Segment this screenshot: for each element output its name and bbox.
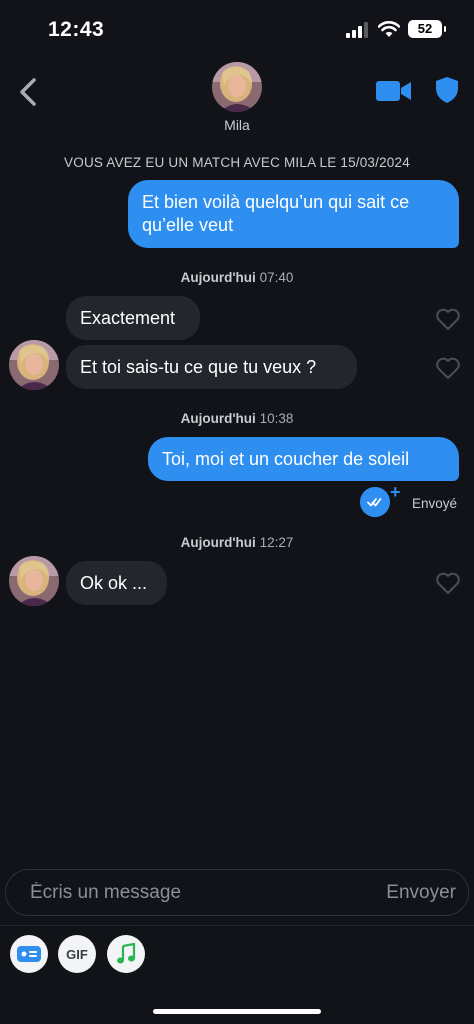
back-arrow-icon[interactable] xyxy=(14,74,42,110)
match-banner: VOUS AVEZ EU UN MATCH AVEC MILA LE 15/03… xyxy=(64,155,410,170)
day-separator: Aujourd'hui 10:38 xyxy=(0,411,474,426)
contact-card-button[interactable] xyxy=(10,935,48,973)
plus-icon[interactable]: + xyxy=(390,483,404,501)
home-indicator xyxy=(153,1009,321,1014)
message-input[interactable] xyxy=(30,870,370,915)
sent-status: Envoyé xyxy=(412,496,458,511)
send-button[interactable]: Envoyer xyxy=(386,870,456,915)
music-note-icon xyxy=(117,943,136,964)
contact-avatar[interactable] xyxy=(9,556,59,606)
status-bar: 12:43 52 xyxy=(0,0,474,60)
message-text: Exactement xyxy=(80,307,176,328)
separator-time: 12:27 xyxy=(259,535,294,550)
incoming-message[interactable]: Exactement xyxy=(66,296,200,340)
music-button[interactable] xyxy=(107,935,145,973)
separator-time: 07:40 xyxy=(259,270,294,285)
day-separator: Aujourd'hui 12:27 xyxy=(0,535,474,550)
day-separator: Aujourd'hui 07:40 xyxy=(0,270,474,285)
heart-icon[interactable] xyxy=(435,571,461,595)
message-text: Et toi sais-tu ce que tu veux ? xyxy=(80,356,317,377)
divider xyxy=(0,925,474,926)
battery-icon: 52 xyxy=(408,20,446,38)
gif-label: GIF xyxy=(66,946,88,962)
outgoing-message[interactable]: Toi, moi et un coucher de soleil xyxy=(148,437,459,481)
separator-time: 10:38 xyxy=(259,411,294,426)
separator-day: Aujourd'hui xyxy=(180,411,256,426)
incoming-message[interactable]: Ok ok ... xyxy=(66,561,167,605)
separator-day: Aujourd'hui xyxy=(180,535,256,550)
message-text: Toi, moi et un coucher de soleil xyxy=(162,448,410,469)
wifi-icon xyxy=(378,21,400,37)
status-time: 12:43 xyxy=(48,18,105,41)
chat-header: Mila xyxy=(0,60,474,140)
separator-day: Aujourd'hui xyxy=(180,270,256,285)
incoming-message[interactable]: Et toi sais-tu ce que tu veux ? xyxy=(66,345,357,389)
shield-icon[interactable] xyxy=(435,76,459,104)
message-text: Et bien voilà quelqu’un qui sait ce qu’e… xyxy=(142,192,410,235)
contact-name[interactable]: Mila xyxy=(0,117,474,133)
contact-avatar[interactable] xyxy=(212,62,262,112)
heart-icon[interactable] xyxy=(435,356,461,380)
heart-icon[interactable] xyxy=(435,307,461,331)
gif-button[interactable]: GIF xyxy=(58,935,96,973)
video-call-icon[interactable] xyxy=(376,80,412,102)
contact-card-icon xyxy=(17,946,41,962)
contact-avatar[interactable] xyxy=(9,340,59,390)
signal-icon xyxy=(346,22,370,38)
message-composer: Envoyer xyxy=(5,869,469,916)
read-receipt-icon[interactable] xyxy=(360,487,390,517)
outgoing-message[interactable]: Et bien voilà quelqu’un qui sait ce qu’e… xyxy=(128,180,459,248)
message-text: Ok ok ... xyxy=(80,572,148,593)
